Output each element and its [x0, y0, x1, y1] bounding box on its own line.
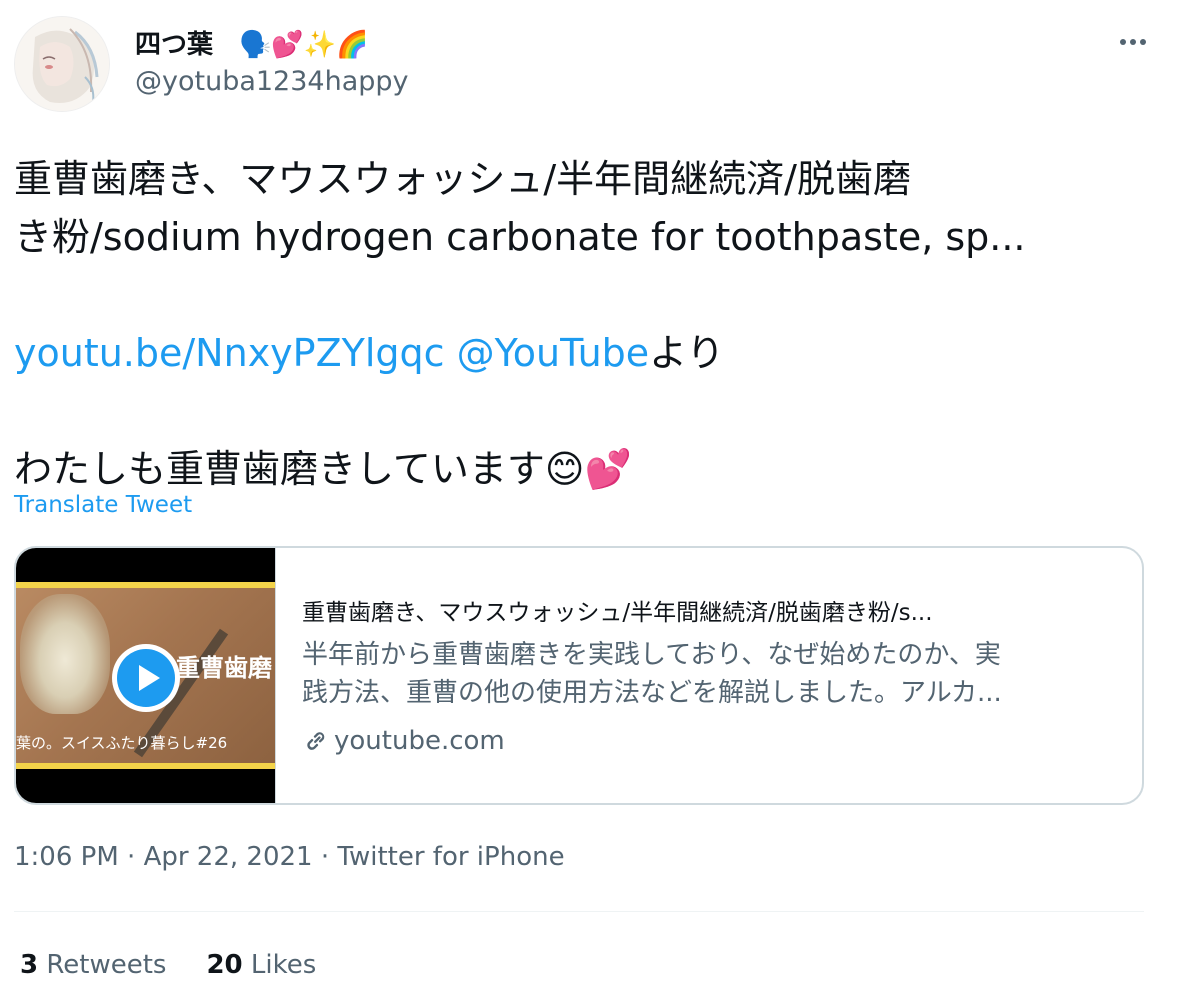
avatar[interactable] [14, 16, 110, 112]
glass-image [20, 594, 110, 714]
tweet-link-line: youtu.be/NnxyPZYlgqc @YouTubeより [14, 324, 1124, 382]
card-description-line: 践方法、重曹の他の使用方法などを解説しました。アルカ... [302, 678, 1002, 708]
user-handle[interactable]: @yotuba1234happy [135, 66, 409, 97]
retweets-label: Retweets [46, 950, 167, 980]
tweet-text: 重曹歯磨き、マウスウォッシュ/半年間継続済/脱歯磨 き粉/sodium hydr… [14, 150, 1124, 498]
card-title: 重曹歯磨き、マウスウォッシュ/半年間継続済/脱歯磨き粉/s... [302, 600, 933, 626]
tweet-meta: 1:06 PM · Apr 22, 2021 · Twitter for iPh… [14, 842, 565, 872]
translate-tweet-link[interactable]: Translate Tweet [14, 492, 192, 518]
tweet-source[interactable]: Twitter for iPhone [337, 842, 564, 872]
more-dot-icon [1120, 39, 1126, 45]
link-preview-card[interactable]: 重曹歯磨 葉の。スイスふたり暮らし#26 重曹歯磨き、マウスウォッシュ/半年間継… [14, 546, 1144, 805]
tweet-text-spacer [14, 382, 1124, 440]
likes-stat[interactable]: 20 Likes [206, 950, 316, 980]
thumbnail-title: 重曹歯磨 [176, 654, 272, 682]
more-dot-icon [1140, 39, 1146, 45]
likes-label: Likes [250, 950, 317, 980]
thumbnail-caption: 葉の。スイスふたり暮らし#26 [16, 734, 228, 752]
card-domain-text: youtube.com [334, 726, 505, 756]
display-name-emoji-icon: 🗣️💕✨🌈 [239, 30, 369, 60]
card-description-line: 半年前から重曹歯磨きを実践しており、なぜ始めたのか、実 [302, 640, 1001, 670]
smile-heart-emoji-icon: 😊💕 [544, 447, 632, 491]
retweets-stat[interactable]: 3 Retweets [20, 950, 166, 980]
youtube-link[interactable]: youtu.be/NnxyPZYlgqc [14, 331, 445, 375]
avatar-illustration [15, 17, 109, 111]
card-body[interactable]: 重曹歯磨き、マウスウォッシュ/半年間継続済/脱歯磨き粉/s... 半年前から重曹… [275, 548, 1142, 803]
retweets-count: 3 [20, 950, 39, 980]
tweet-closing-line: わたしも重曹歯磨きしています😊💕 [14, 440, 1124, 498]
tweet-date[interactable]: Apr 22, 2021 [144, 842, 313, 872]
display-name[interactable]: 四つ葉 🗣️💕✨🌈 [135, 24, 369, 61]
tweet-text-line: 重曹歯磨き、マウスウォッシュ/半年間継続済/脱歯磨 [14, 157, 911, 201]
tweet-time[interactable]: 1:06 PM [14, 842, 119, 872]
meta-separator: · [312, 842, 338, 872]
tweet-text-suffix: より [649, 331, 725, 375]
card-domain: youtube.com [302, 726, 1120, 756]
card-description: 半年前から重曹歯磨きを実践しており、なぜ始めたのか、実 践方法、重曹の他の使用方… [302, 636, 1120, 712]
tweet-text-spacer [14, 266, 1124, 324]
youtube-mention[interactable]: @YouTube [457, 331, 650, 375]
video-thumbnail[interactable]: 重曹歯磨 葉の。スイスふたり暮らし#26 [16, 548, 275, 803]
play-icon [138, 665, 160, 691]
play-button[interactable] [112, 644, 180, 712]
tweet-stats: 3 Retweets 20 Likes [20, 950, 316, 980]
divider [14, 911, 1144, 912]
more-dot-icon [1130, 39, 1136, 45]
play-circle [117, 649, 175, 707]
likes-count: 20 [206, 950, 243, 980]
meta-separator: · [118, 842, 144, 872]
more-options-button[interactable] [1113, 28, 1153, 56]
link-icon [307, 732, 325, 750]
display-name-text: 四つ葉 [135, 30, 214, 60]
tweet-closing-text: わたしも重曹歯磨きしています [14, 447, 545, 491]
tweet-text-line: き粉/sodium hydrogen carbonate for toothpa… [14, 215, 1026, 259]
